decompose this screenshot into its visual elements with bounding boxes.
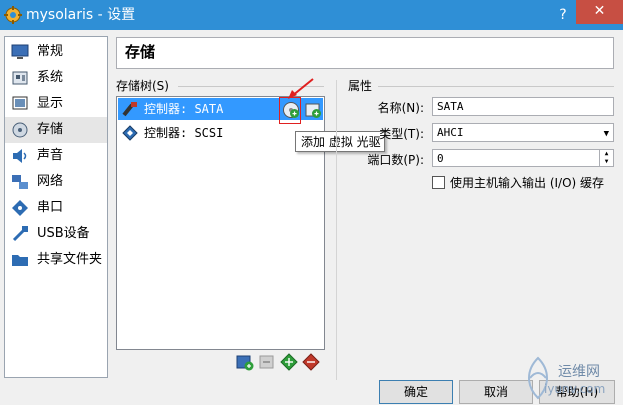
name-value: SATA bbox=[437, 100, 464, 113]
display-icon bbox=[12, 96, 28, 110]
sidebar-item-shared-folders[interactable]: 共享文件夹 bbox=[5, 247, 107, 273]
sidebar-item-label: 声音 bbox=[37, 148, 64, 163]
remove-controller-icon[interactable] bbox=[258, 353, 276, 371]
highlight-box bbox=[279, 97, 301, 124]
stepper-down-icon[interactable]: ▼ bbox=[600, 158, 613, 166]
stepper-up-icon[interactable]: ▲ bbox=[600, 150, 613, 158]
sidebar-item-label: 存储 bbox=[37, 122, 64, 137]
host-io-cache-checkbox[interactable] bbox=[432, 176, 445, 189]
sidebar-item-display[interactable]: 显示 bbox=[5, 91, 107, 117]
close-button[interactable]: ✕ bbox=[576, 0, 623, 24]
ports-stepper[interactable]: ▲ ▼ bbox=[599, 150, 613, 166]
virtualbox-settings-icon bbox=[4, 6, 22, 24]
name-label: 名称(N): bbox=[377, 101, 424, 115]
monitor-icon bbox=[11, 44, 29, 59]
watermark: 运维网 iyunv.com bbox=[518, 356, 618, 404]
watermark-brand: 运维网 bbox=[558, 364, 600, 380]
settings-sidebar: 常规 系统 显示 存储 声音 网络 串口 USB设备 共享文件夹 bbox=[4, 36, 108, 378]
sidebar-item-label: 常规 bbox=[37, 44, 64, 59]
storage-tree-label: 存储树(S) bbox=[116, 79, 169, 93]
page-title-box: 存储 bbox=[116, 37, 614, 69]
sidebar-item-label: 网络 bbox=[37, 174, 64, 189]
ports-value: 0 bbox=[437, 152, 444, 165]
panel-divider bbox=[336, 80, 337, 380]
controller-label: 控制器: SATA bbox=[144, 102, 224, 116]
system-board-icon bbox=[12, 71, 28, 85]
storage-tree[interactable]: 控制器: SATA 控制器: SCSI bbox=[116, 96, 325, 350]
ok-button[interactable]: 确定 bbox=[379, 380, 453, 404]
serial-port-icon bbox=[12, 200, 28, 216]
sidebar-item-label: 共享文件夹 bbox=[37, 252, 103, 267]
sata-controller-icon bbox=[122, 102, 137, 117]
usb-icon bbox=[12, 226, 28, 242]
sidebar-item-label: 系统 bbox=[37, 70, 64, 85]
type-value: AHCI bbox=[437, 126, 464, 139]
help-title-button[interactable]: ? bbox=[556, 6, 570, 24]
watermark-url: iyunv.com bbox=[544, 382, 606, 396]
controller-label: 控制器: SCSI bbox=[144, 126, 224, 140]
type-label: 类型(T): bbox=[379, 127, 424, 141]
tree-item-scsi-controller[interactable]: 控制器: SCSI bbox=[118, 122, 323, 144]
type-select[interactable]: AHCI ▼ bbox=[432, 123, 614, 142]
sidebar-item-label: 显示 bbox=[37, 96, 64, 111]
group-divider bbox=[378, 86, 614, 87]
attributes-label: 属性 bbox=[348, 79, 373, 93]
chevron-down-icon: ▼ bbox=[603, 129, 609, 139]
sidebar-item-usb[interactable]: USB设备 bbox=[5, 221, 107, 247]
sidebar-item-label: 串口 bbox=[37, 200, 64, 215]
ports-label: 端口数(P): bbox=[367, 153, 424, 167]
sidebar-item-serial-ports[interactable]: 串口 bbox=[5, 195, 107, 221]
host-io-cache-label[interactable]: 使用主机输入输出 (I/O) 缓存 bbox=[450, 176, 604, 190]
name-input[interactable]: SATA bbox=[432, 97, 614, 116]
network-icon bbox=[12, 175, 28, 189]
ports-spinbox[interactable]: 0 ▲ ▼ bbox=[432, 149, 614, 167]
page-title: 存储 bbox=[125, 43, 156, 61]
add-attachment-icon[interactable] bbox=[280, 353, 298, 371]
sidebar-item-storage[interactable]: 存储 bbox=[5, 117, 107, 143]
sidebar-item-general[interactable]: 常规 bbox=[5, 39, 107, 65]
storage-disk-icon bbox=[12, 122, 28, 138]
sidebar-item-system[interactable]: 系统 bbox=[5, 65, 107, 91]
folder-icon bbox=[12, 255, 28, 266]
sidebar-item-label: USB设备 bbox=[37, 226, 90, 241]
window-title: mysolaris - 设置 bbox=[26, 7, 136, 23]
add-controller-icon[interactable] bbox=[236, 353, 254, 371]
title-bar: mysolaris - 设置 ? ✕ bbox=[0, 0, 623, 30]
remove-attachment-icon[interactable] bbox=[302, 353, 320, 371]
speaker-icon bbox=[13, 149, 27, 163]
scsi-controller-icon bbox=[122, 125, 138, 141]
add-hard-disk-icon[interactable] bbox=[304, 101, 322, 119]
annotation-arrow-icon bbox=[288, 78, 314, 99]
sidebar-item-network[interactable]: 网络 bbox=[5, 169, 107, 195]
sidebar-item-audio[interactable]: 声音 bbox=[5, 143, 107, 169]
